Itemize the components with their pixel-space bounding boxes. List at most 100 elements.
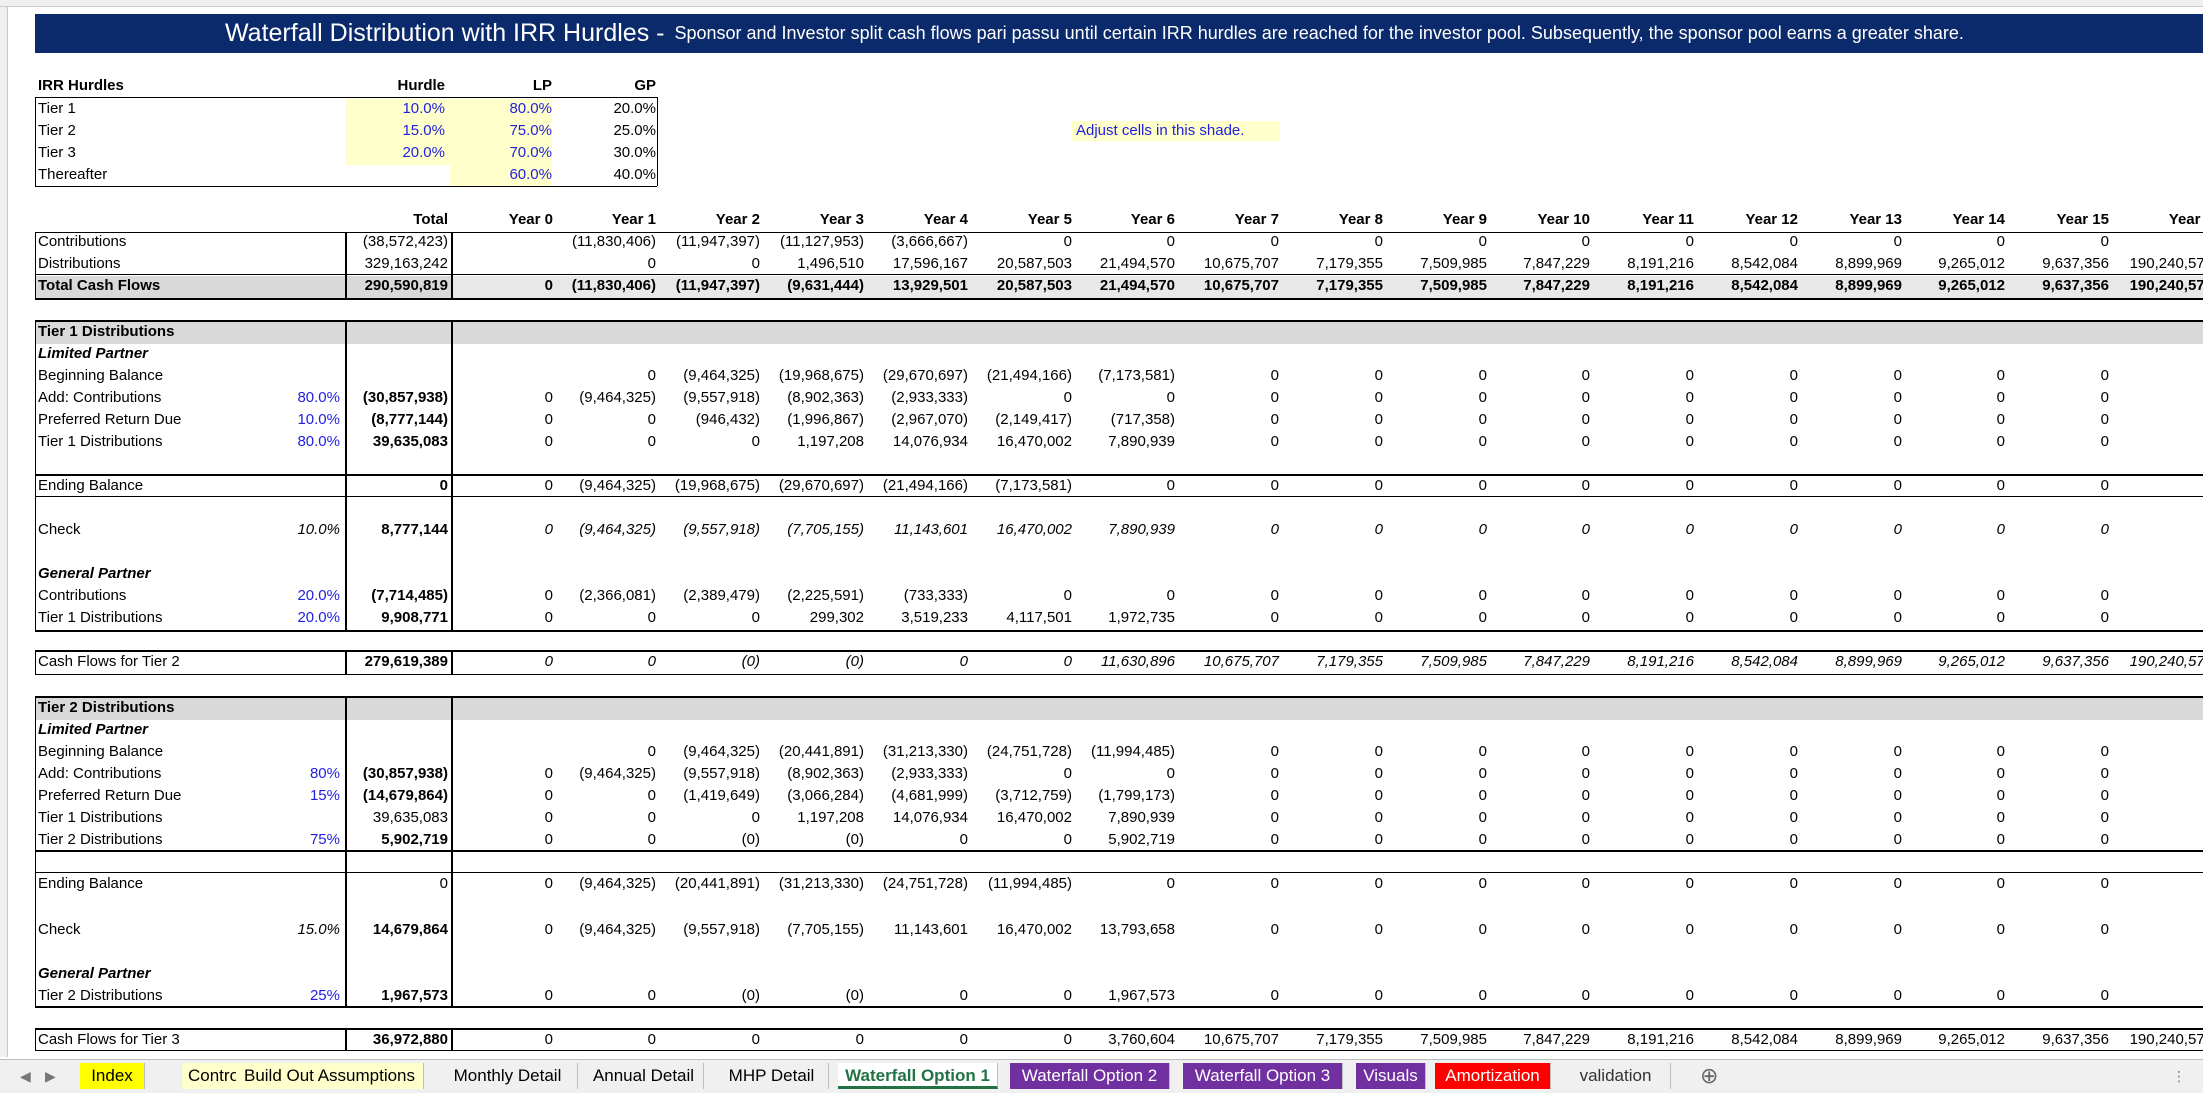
value-cell[interactable]: (1,799,173) <box>1073 786 1175 806</box>
value-cell[interactable]: 8,899,969 <box>1800 1030 1902 1050</box>
value-cell[interactable]: 0 <box>1592 830 1694 850</box>
total-cell[interactable]: 5,902,719 <box>346 830 448 850</box>
value-cell[interactable]: 10,675,707 <box>1177 276 1279 296</box>
value-cell[interactable]: 0 <box>1592 476 1694 496</box>
value-cell[interactable]: 14,076,934 <box>866 808 968 828</box>
value-cell[interactable]: 0 <box>2007 410 2109 430</box>
value-cell[interactable]: (20,441,891) <box>658 874 760 894</box>
total-cell[interactable]: 0 <box>346 476 448 496</box>
value-cell[interactable]: 0 <box>451 764 553 784</box>
value-cell[interactable]: 0 <box>1903 476 2005 496</box>
value-cell[interactable]: 0 <box>1177 432 1279 452</box>
value-cell[interactable]: 0 <box>1592 366 1694 386</box>
value-cell[interactable]: 0 <box>1903 608 2005 628</box>
value-cell[interactable]: 0 <box>1592 608 1694 628</box>
value-cell[interactable]: 0 <box>1696 986 1798 1006</box>
value-cell[interactable]: (2,389,479) <box>658 586 760 606</box>
value-cell[interactable]: 0 <box>2111 986 2203 1006</box>
value-cell[interactable]: 0 <box>2111 432 2203 452</box>
value-cell[interactable]: (9,557,918) <box>658 920 760 940</box>
value-cell[interactable]: 0 <box>451 520 553 540</box>
row-percent-cell[interactable]: 15% <box>268 786 340 806</box>
value-cell[interactable]: 13,929,501 <box>866 276 968 296</box>
value-cell[interactable]: 16,470,002 <box>970 520 1072 540</box>
total-cell[interactable]: 8,777,144 <box>346 520 448 540</box>
value-cell[interactable]: 7,847,229 <box>1488 652 1590 672</box>
value-cell[interactable]: (7,705,155) <box>762 520 864 540</box>
hurdle-value-cell[interactable] <box>345 165 445 185</box>
value-cell[interactable]: 0 <box>1903 232 2005 252</box>
value-cell[interactable]: 0 <box>1696 232 1798 252</box>
value-cell[interactable]: 0 <box>1281 232 1383 252</box>
value-cell[interactable]: (3,066,284) <box>762 786 864 806</box>
value-cell[interactable]: 8,899,969 <box>1800 652 1902 672</box>
value-cell[interactable]: 0 <box>451 830 553 850</box>
value-cell[interactable]: 0 <box>1073 232 1175 252</box>
value-cell[interactable]: 0 <box>1696 830 1798 850</box>
value-cell[interactable]: 190,240,579 <box>2111 1030 2203 1050</box>
sheet-tab-visuals[interactable]: Visuals <box>1356 1063 1426 1089</box>
value-cell[interactable]: 0 <box>2007 232 2109 252</box>
value-cell[interactable]: 0 <box>1592 388 1694 408</box>
value-cell[interactable]: 9,637,356 <box>2007 1030 2109 1050</box>
total-cell[interactable]: 1,967,573 <box>346 986 448 1006</box>
value-cell[interactable]: (946,432) <box>658 410 760 430</box>
value-cell[interactable]: 0 <box>2007 520 2109 540</box>
value-cell[interactable]: 0 <box>1696 920 1798 940</box>
value-cell[interactable]: 16,470,002 <box>970 808 1072 828</box>
value-cell[interactable]: 0 <box>1696 742 1798 762</box>
value-cell[interactable]: 0 <box>1592 808 1694 828</box>
total-cell[interactable]: 39,635,083 <box>346 808 448 828</box>
value-cell[interactable]: 0 <box>1177 986 1279 1006</box>
value-cell[interactable]: 8,542,084 <box>1696 652 1798 672</box>
value-cell[interactable]: 0 <box>1385 986 1487 1006</box>
value-cell[interactable]: 7,890,939 <box>1073 432 1175 452</box>
value-cell[interactable]: 0 <box>451 476 553 496</box>
value-cell[interactable]: 3,519,233 <box>866 608 968 628</box>
value-cell[interactable]: 0 <box>1073 476 1175 496</box>
row-percent-cell[interactable]: 10.0% <box>268 410 340 430</box>
value-cell[interactable]: 0 <box>2007 920 2109 940</box>
value-cell[interactable]: 7,179,355 <box>1281 254 1383 274</box>
sheet-tab-amortization[interactable]: Amortization <box>1435 1063 1551 1089</box>
value-cell[interactable]: 7,509,985 <box>1385 276 1487 296</box>
value-cell[interactable]: 10,675,707 <box>1177 652 1279 672</box>
value-cell[interactable]: 0 <box>1592 742 1694 762</box>
value-cell[interactable]: 21,494,570 <box>1073 254 1175 274</box>
value-cell[interactable]: 0 <box>2007 874 2109 894</box>
value-cell[interactable]: 0 <box>2007 388 2109 408</box>
value-cell[interactable]: 0 <box>2007 586 2109 606</box>
value-cell[interactable]: 0 <box>970 986 1072 1006</box>
value-cell[interactable]: 8,899,969 <box>1800 254 1902 274</box>
value-cell[interactable]: (2,933,333) <box>866 764 968 784</box>
value-cell[interactable]: 0 <box>1800 586 1902 606</box>
value-cell[interactable]: 0 <box>866 830 968 850</box>
value-cell[interactable]: 0 <box>1488 986 1590 1006</box>
value-cell[interactable]: 190,240,579 <box>2111 276 2203 296</box>
value-cell[interactable]: (11,947,397) <box>658 276 760 296</box>
value-cell[interactable]: 10,675,707 <box>1177 254 1279 274</box>
value-cell[interactable]: 7,847,229 <box>1488 254 1590 274</box>
value-cell[interactable]: 0 <box>1385 388 1487 408</box>
value-cell[interactable]: 7,509,985 <box>1385 254 1487 274</box>
value-cell[interactable]: 1,197,208 <box>762 432 864 452</box>
total-cell[interactable]: 39,635,083 <box>346 432 448 452</box>
value-cell[interactable]: 1,967,573 <box>1073 986 1175 1006</box>
value-cell[interactable]: (3,666,667) <box>866 232 968 252</box>
value-cell[interactable]: 0 <box>1903 388 2005 408</box>
value-cell[interactable]: 0 <box>2111 410 2203 430</box>
value-cell[interactable]: 0 <box>1177 476 1279 496</box>
value-cell[interactable]: 0 <box>1177 742 1279 762</box>
value-cell[interactable]: 0 <box>1903 432 2005 452</box>
value-cell[interactable]: 0 <box>451 410 553 430</box>
value-cell[interactable]: 299,302 <box>762 608 864 628</box>
value-cell[interactable]: 9,265,012 <box>1903 276 2005 296</box>
value-cell[interactable]: 8,899,969 <box>1800 276 1902 296</box>
value-cell[interactable]: 0 <box>2111 786 2203 806</box>
value-cell[interactable]: 0 <box>1696 410 1798 430</box>
value-cell[interactable]: 0 <box>554 366 656 386</box>
value-cell[interactable]: (8,902,363) <box>762 764 864 784</box>
value-cell[interactable]: 7,179,355 <box>1281 276 1383 296</box>
value-cell[interactable]: 7,509,985 <box>1385 652 1487 672</box>
value-cell[interactable]: 0 <box>762 1030 864 1050</box>
